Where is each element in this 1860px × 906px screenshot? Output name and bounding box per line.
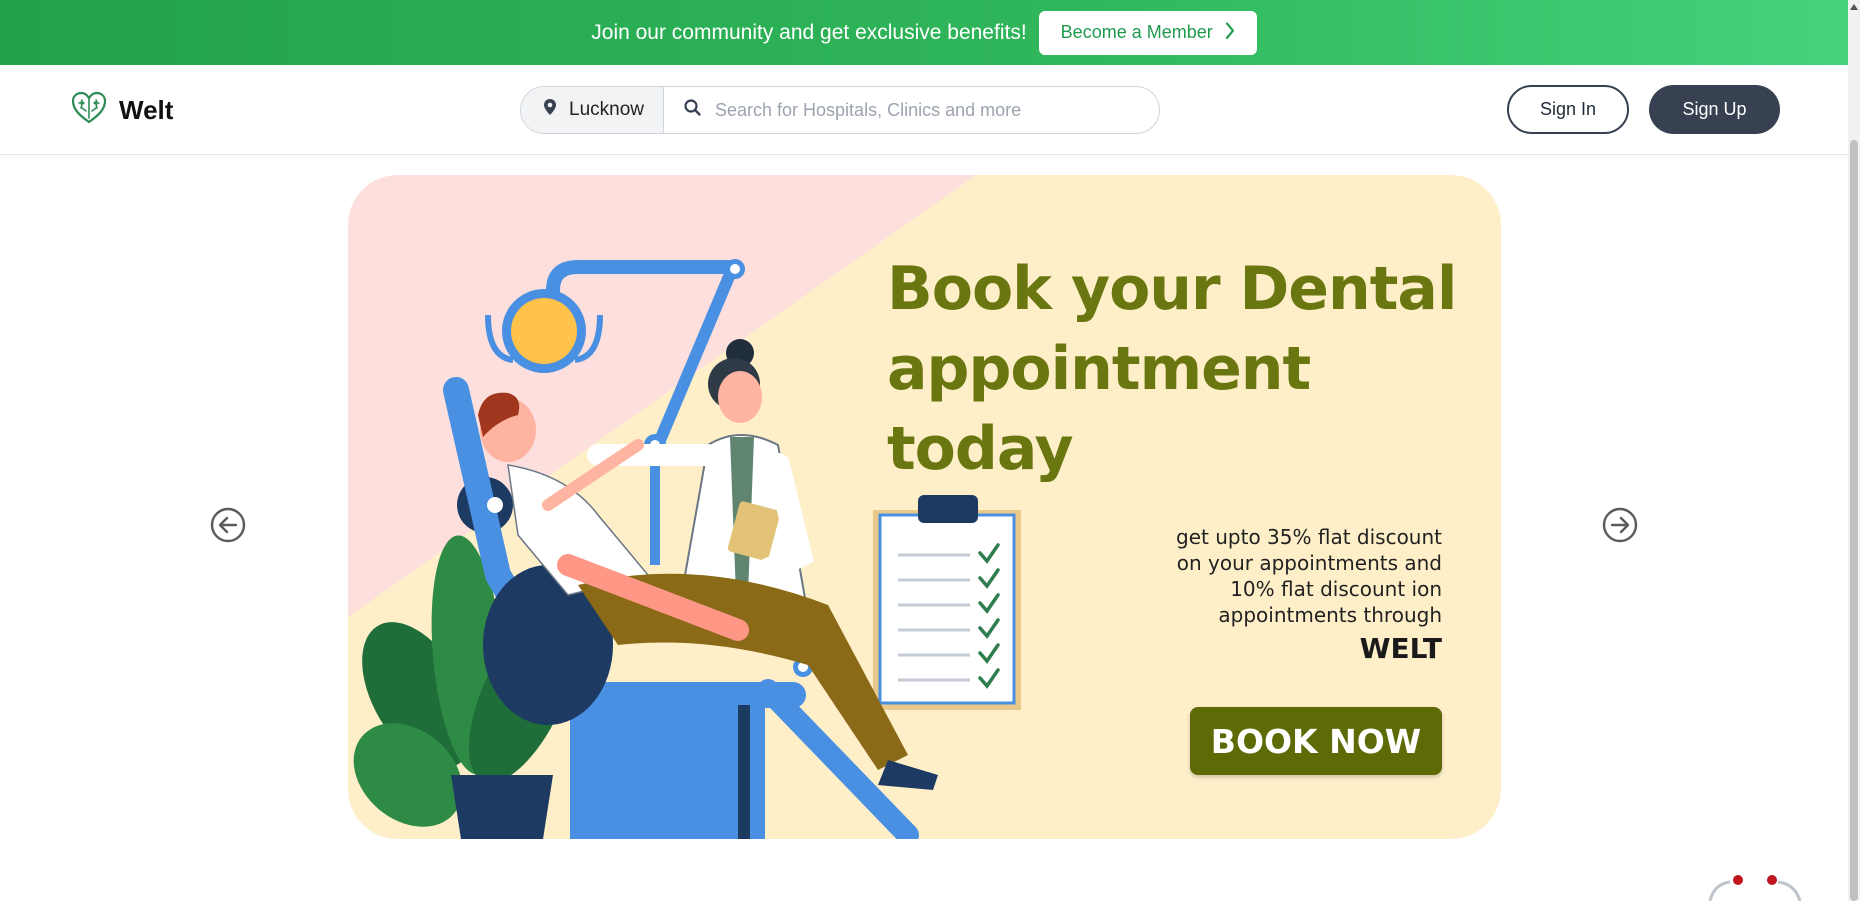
sign-up-button[interactable]: Sign Up bbox=[1649, 85, 1780, 134]
banner-brand: WELT bbox=[1359, 632, 1442, 665]
sign-in-button[interactable]: Sign In bbox=[1507, 85, 1629, 134]
search-field bbox=[664, 87, 1159, 133]
banner-headline: Book your Dental appointment today bbox=[887, 249, 1507, 489]
carousel-prev-button[interactable] bbox=[210, 507, 246, 543]
promo-text: Join our community and get exclusive ben… bbox=[591, 20, 1027, 44]
scroll-up-arrow-icon[interactable] bbox=[1849, 0, 1859, 12]
arrow-left-circle-icon bbox=[210, 507, 246, 543]
site-header: Welt Lucknow Sign In Sign Up bbox=[0, 65, 1848, 155]
banner-subtext: get upto 35% flat discount on your appoi… bbox=[1080, 524, 1442, 628]
become-member-label: Become a Member bbox=[1060, 22, 1213, 42]
carousel-next-button[interactable] bbox=[1602, 507, 1638, 543]
brand-name: Welt bbox=[119, 95, 174, 125]
stethoscope-illustration bbox=[1700, 874, 1810, 906]
clipboard-illustration bbox=[873, 495, 1021, 710]
page-scrollbar-thumb[interactable] bbox=[1850, 140, 1858, 901]
location-label: Lucknow bbox=[569, 99, 644, 120]
promo-bar: Join our community and get exclusive ben… bbox=[0, 0, 1848, 65]
location-selector[interactable]: Lucknow bbox=[521, 87, 664, 133]
subtext-line-1: get upto 35% flat discount bbox=[1176, 525, 1442, 549]
brain-heart-icon bbox=[71, 91, 107, 130]
search-bar: Lucknow bbox=[520, 86, 1160, 134]
headline-line-2: appointment bbox=[887, 334, 1311, 404]
arrow-right-circle-icon bbox=[1602, 507, 1638, 543]
book-now-button[interactable]: BOOK NOW bbox=[1190, 707, 1442, 775]
brand-logo[interactable]: Welt bbox=[71, 91, 173, 130]
search-icon bbox=[684, 99, 701, 121]
become-member-button[interactable]: Become a Member bbox=[1038, 10, 1257, 55]
subtext-line-2: on your appointments and bbox=[1176, 551, 1442, 575]
subtext-line-3: 10% flat discount ion bbox=[1230, 577, 1442, 601]
headline-line-1: Book your Dental bbox=[887, 254, 1457, 324]
headline-line-3: today bbox=[887, 414, 1074, 484]
search-input[interactable] bbox=[715, 99, 1155, 121]
map-pin-icon bbox=[543, 98, 557, 122]
chevron-right-icon bbox=[1225, 20, 1235, 45]
subtext-line-4: appointments through bbox=[1218, 603, 1442, 627]
